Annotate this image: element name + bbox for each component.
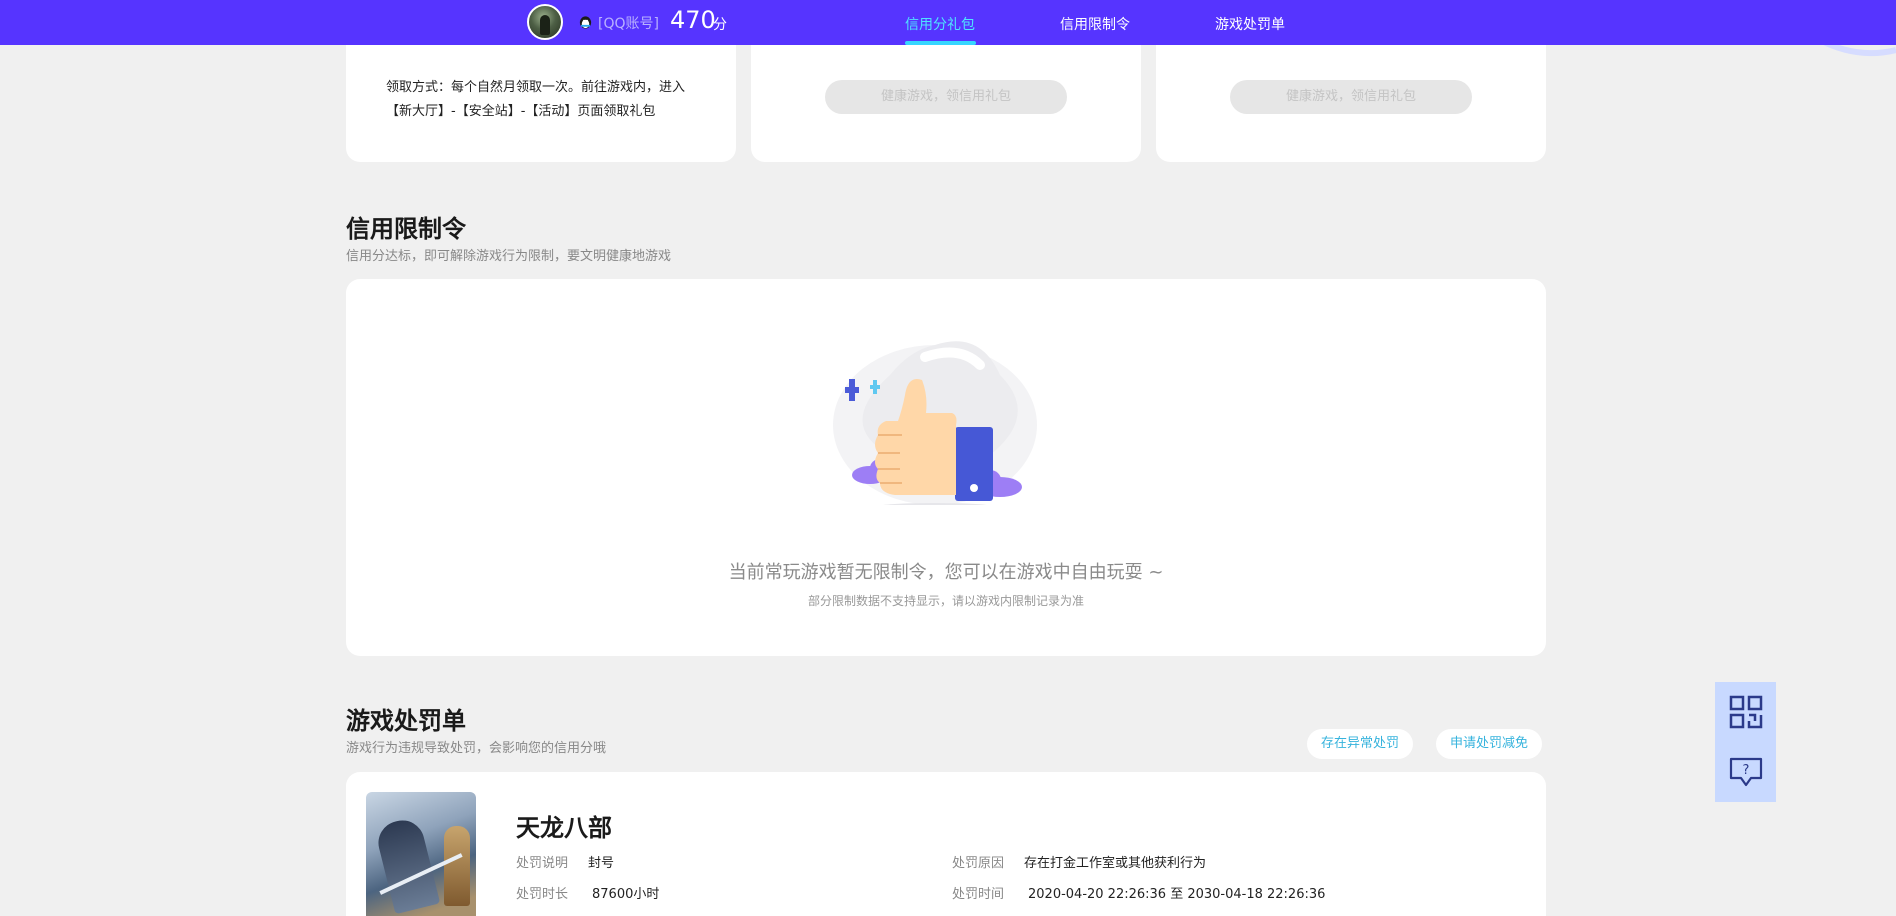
credit-score: 470 xyxy=(670,6,716,34)
qq-penguin-icon xyxy=(579,16,592,29)
nav-credit-gift[interactable]: 信用分礼包 xyxy=(905,14,975,34)
game-cover-image xyxy=(366,792,476,916)
game-name: 天龙八部 xyxy=(516,814,612,842)
penalty-card: 天龙八部 处罚说明 封号 处罚时长 87600小时 处罚原因 存在打金工作室或其… xyxy=(346,772,1546,916)
nav-game-penalty[interactable]: 游戏处罚单 xyxy=(1215,14,1285,34)
penalty-reason-label: 处罚原因 xyxy=(952,856,1005,871)
credit-score-unit: 分 xyxy=(713,17,727,33)
penalty-duration-value: 87600小时 xyxy=(592,887,660,902)
claim-method-text: 领取方式：每个自然月领取一次。前往游戏内，进入【新大厅】-【安全站】-【活动】页… xyxy=(386,80,686,119)
nav-active-indicator xyxy=(905,41,976,45)
qr-code-icon xyxy=(1729,695,1762,729)
abnormal-penalty-button[interactable]: 存在异常处罚 xyxy=(1307,729,1414,759)
penalty-title: 游戏处罚单 xyxy=(346,707,466,735)
restriction-title: 信用限制令 xyxy=(346,215,466,243)
apply-penalty-reduction-button[interactable]: 申请处罚减免 xyxy=(1436,729,1543,759)
thumbs-up-illustration xyxy=(833,341,1037,505)
user-avatar[interactable] xyxy=(527,4,563,40)
feedback-button[interactable]: ? xyxy=(1715,742,1776,802)
penalty-desc-label: 处罚说明 xyxy=(516,856,569,871)
penalty-time-label: 处罚时间 xyxy=(952,887,1005,902)
restriction-subtitle: 信用分达标，即可解除游戏行为限制，要文明健康地游戏 xyxy=(346,249,672,264)
claim-gift-button[interactable]: 健康游戏，领信用礼包 xyxy=(1230,80,1472,114)
restriction-note: 部分限制数据不支持显示，请以游戏内限制记录为准 xyxy=(807,594,1084,608)
penalty-time-value: 2020-04-20 22:26:36 至 2030-04-18 22:26:3… xyxy=(1028,887,1326,902)
top-bar: [QQ账号] 470 分 信用分礼包 信用限制令 游戏处罚单 xyxy=(0,0,1896,45)
nav-credit-restriction[interactable]: 信用限制令 xyxy=(1060,14,1130,34)
qr-code-button[interactable] xyxy=(1715,682,1776,742)
svg-text:?: ? xyxy=(1742,763,1749,778)
no-restriction-message: 当前常玩游戏暂无限制令，您可以在游戏中自由玩耍 ~ xyxy=(728,562,1164,583)
account-type-label: [QQ账号] xyxy=(598,16,659,32)
feedback-question-icon: ? xyxy=(1729,757,1762,787)
penalty-duration-label: 处罚时长 xyxy=(516,887,569,902)
penalty-desc-value: 封号 xyxy=(588,856,615,871)
claim-gift-button[interactable]: 健康游戏，领信用礼包 xyxy=(825,80,1067,114)
penalty-reason-value: 存在打金工作室或其他获利行为 xyxy=(1024,856,1207,871)
restriction-panel: 当前常玩游戏暂无限制令，您可以在游戏中自由玩耍 ~ 部分限制数据不支持显示，请以… xyxy=(346,279,1546,656)
penalty-subtitle: 游戏行为违规导致处罚，会影响您的信用分哦 xyxy=(346,741,607,756)
